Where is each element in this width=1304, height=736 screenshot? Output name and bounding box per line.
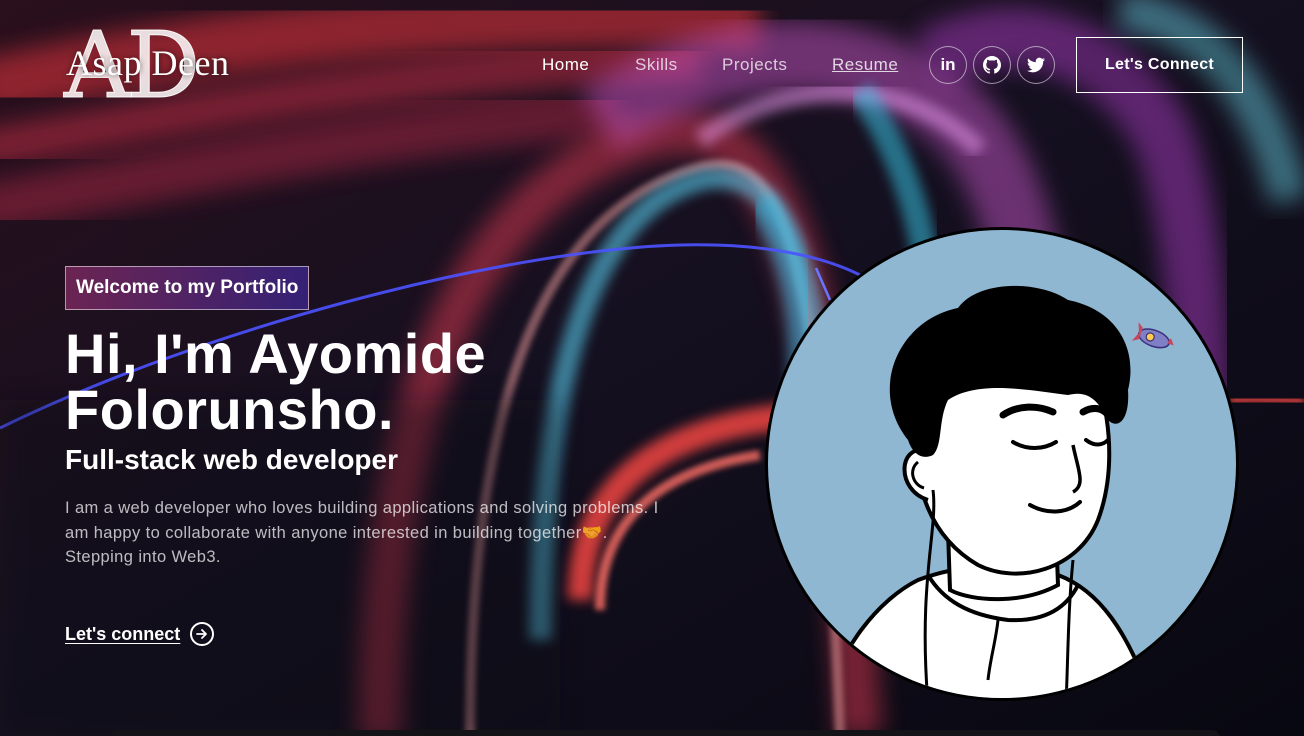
nav-home[interactable]: Home	[542, 55, 589, 75]
hero-description: I am a web developer who loves building …	[65, 496, 715, 570]
twitter-icon	[1027, 57, 1045, 73]
linkedin-link[interactable]: in	[929, 46, 967, 84]
hero-subtitle: Full-stack web developer	[65, 444, 398, 475]
rocket-icon	[1131, 322, 1174, 349]
hero-description-line2: am happy to collaborate with anyone inte…	[65, 523, 608, 542]
hero-title-line2: Folorunsho.	[65, 378, 395, 441]
hero-title: Hi, I'm Ayomide Folorunsho.	[65, 326, 685, 438]
welcome-tagline: Welcome to my Portfolio	[65, 266, 310, 310]
twitter-link[interactable]	[1017, 46, 1055, 84]
site-logo[interactable]: AD Asap Deen	[63, 19, 254, 112]
lets-connect-button[interactable]: Let's Connect	[1076, 37, 1243, 93]
lets-connect-link[interactable]: Let's connect	[65, 622, 215, 646]
github-link[interactable]	[973, 46, 1011, 84]
hero-description-line1: I am a web developer who loves building …	[65, 499, 659, 517]
avatar-illustration	[765, 227, 1239, 701]
linkedin-icon: in	[940, 55, 956, 74]
cta-label: Let's connect	[65, 623, 181, 644]
next-section-edge	[110, 730, 1220, 736]
github-icon	[983, 56, 1001, 74]
hero-title-line1: Hi, I'm Ayomide	[65, 322, 487, 385]
arrow-right-circle-icon	[190, 622, 215, 646]
logo-name: Asap Deen	[66, 43, 230, 83]
nav-skills[interactable]: Skills	[635, 55, 678, 75]
hero-description-line3: Stepping into Web3.	[65, 548, 221, 566]
nav-resume[interactable]: Resume	[832, 55, 898, 75]
nav-projects[interactable]: Projects	[722, 55, 787, 75]
